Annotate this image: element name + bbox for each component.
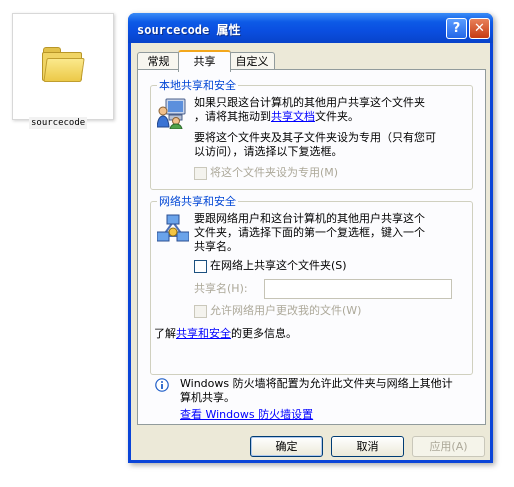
close-button[interactable]: ✕ (469, 18, 490, 39)
properties-window: sourcecode 属性 ? ✕ 常规 共享 自定义 本地共享和安全 如果只跟… (128, 13, 493, 463)
desktop-folder-item[interactable] (14, 15, 110, 115)
make-private-label: 将这个文件夹设为专用(M) (210, 166, 339, 179)
tab-sharing[interactable]: 共享 (178, 50, 231, 72)
firewall-settings-link[interactable]: 查看 Windows 防火墙设置 (180, 408, 313, 422)
local-desc-line2-text: ，请将其拖动到 (194, 110, 271, 123)
sharing-panel: 本地共享和安全 如果只跟这台计算机的其他用户共享这个文件夹 ，请将其拖动到共享文… (137, 69, 486, 425)
firewall-note-line2: 算机共享。 (180, 391, 235, 404)
allow-change-label: 允许网络用户更改我的文件(W) (210, 304, 362, 317)
learn-more-prefix: 了解 (154, 327, 176, 340)
local-desc-line2-end: 文件夹。 (315, 110, 359, 123)
folder-icon (42, 47, 85, 82)
ok-button[interactable]: 确定 (250, 436, 323, 457)
title-bar[interactable]: sourcecode 属性 ? ✕ (128, 13, 493, 43)
share-on-network-checkbox[interactable] (194, 260, 207, 273)
learn-more-suffix: 的更多信息。 (231, 327, 297, 340)
share-on-network-label: 在网络上共享这个文件夹(S) (210, 259, 347, 272)
help-button[interactable]: ? (446, 18, 467, 39)
local-desc-line2: ，请将其拖动到共享文档文件夹。 (194, 110, 359, 124)
allow-change-checkbox[interactable] (194, 305, 207, 318)
network-share-icon (157, 214, 189, 242)
share-name-input[interactable] (264, 279, 452, 299)
dialog-body: 常规 共享 自定义 本地共享和安全 如果只跟这台计算机的其他用户共享这个文件夹 … (131, 43, 490, 460)
window-title: sourcecode 属性 (137, 23, 241, 37)
network-desc-line1: 要跟网络用户和这台计算机的其他用户共享这个 (194, 212, 425, 225)
cancel-button[interactable]: 取消 (331, 436, 404, 457)
local-sharing-group: 本地共享和安全 如果只跟这台计算机的其他用户共享这个文件夹 ，请将其拖动到共享文… (150, 79, 473, 190)
network-desc-line3: 共享名。 (194, 240, 238, 253)
info-icon (155, 378, 169, 392)
tab-general[interactable]: 常规 (137, 52, 180, 70)
firewall-note-line1: Windows 防火墙将配置为允许此文件夹与网络上其他计 (180, 377, 453, 390)
network-sharing-legend: 网络共享和安全 (157, 195, 238, 208)
tab-customize[interactable]: 自定义 (229, 52, 275, 70)
local-sharing-legend: 本地共享和安全 (157, 79, 238, 92)
computer-users-icon (157, 98, 186, 129)
apply-button[interactable]: 应用(A) (412, 436, 485, 457)
local-desc-line3: 要将这个文件夹及其子文件夹设为专用（只有您可 (194, 131, 436, 144)
sharing-security-link[interactable]: 共享和安全 (176, 327, 231, 340)
shared-documents-link[interactable]: 共享文档 (271, 110, 315, 123)
local-desc-line4: 以访问），请选择以下复选框。 (194, 145, 343, 158)
desktop-folder-label[interactable]: sourcecode (29, 117, 88, 129)
make-private-checkbox[interactable] (194, 167, 207, 180)
learn-more-text: 了解共享和安全的更多信息。 (154, 327, 297, 341)
share-name-label: 共享名(H): (194, 282, 248, 295)
local-desc-line1: 如果只跟这台计算机的其他用户共享这个文件夹 (194, 96, 425, 109)
network-sharing-group: 网络共享和安全 要跟网络用户和这台计算机的其他用户共享这个 文件夹，请选择下面的… (150, 195, 473, 375)
network-desc-line2: 文件夹，请选择下面的第一个复选框，键入一个 (194, 226, 425, 239)
